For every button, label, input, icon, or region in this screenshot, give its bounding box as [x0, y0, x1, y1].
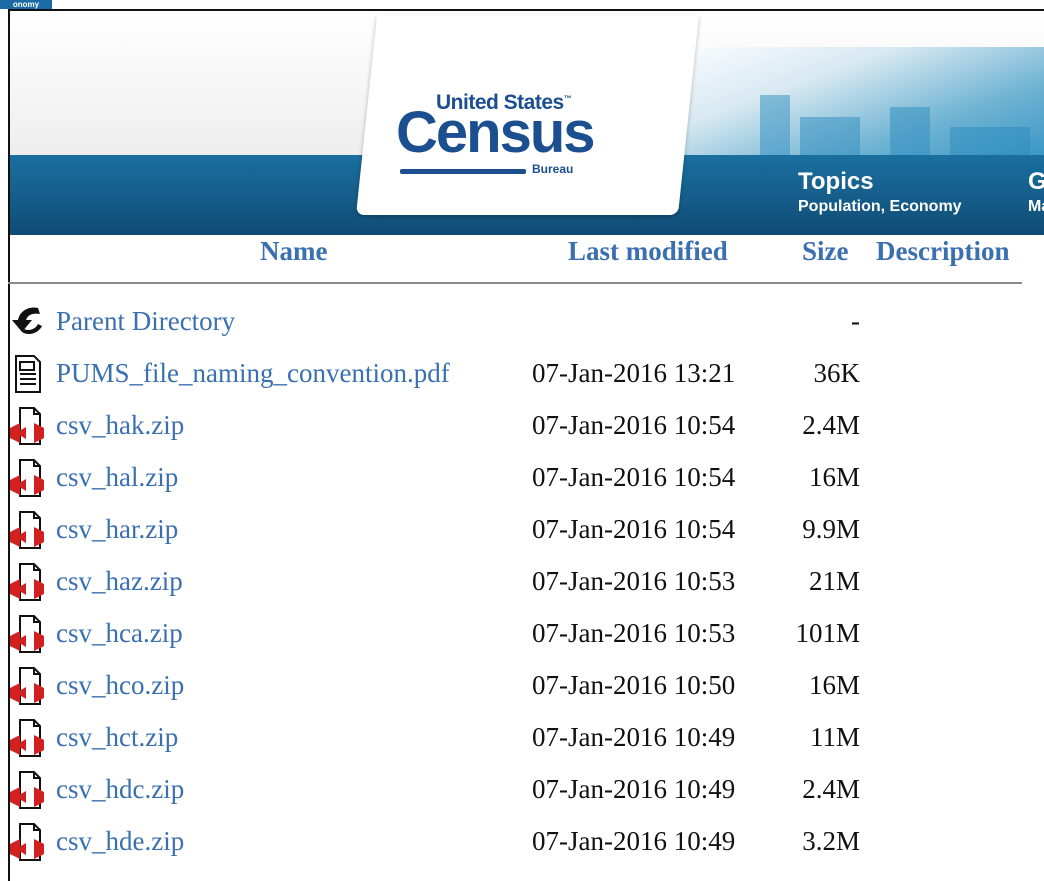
site-banner: United States™ Census Bureau Topics Popu…	[10, 11, 1044, 235]
size-cell: 16M	[808, 462, 860, 492]
table-row: csv_hak.zip 07-Jan-2016 10:54 2.4M	[0, 404, 1040, 456]
file-link[interactable]: csv_hco.zip	[56, 670, 184, 701]
nav-geography-subtitle: Ma	[1028, 198, 1044, 215]
file-link[interactable]: PUMS_file_naming_convention.pdf	[56, 358, 450, 389]
table-row: csv_hco.zip 07-Jan-2016 10:50 16M	[0, 664, 1040, 716]
nav-topics-subtitle: Population, Economy	[798, 198, 962, 215]
logo-underline	[400, 169, 526, 174]
table-row: PUMS_file_naming_convention.pdf 07-Jan-20…	[0, 352, 1040, 404]
file-link[interactable]: csv_hak.zip	[56, 410, 184, 441]
header-last-modified[interactable]: Last modified	[568, 236, 728, 267]
size-cell: 36K	[813, 358, 861, 388]
file-link[interactable]: csv_hal.zip	[56, 462, 178, 493]
nav-topics[interactable]: Topics Population, Economy	[798, 168, 962, 218]
parent-directory-link[interactable]: Parent Directory	[56, 306, 235, 337]
table-row: csv_hal.zip 07-Jan-2016 10:54 16M	[0, 456, 1040, 508]
file-link[interactable]: csv_haz.zip	[56, 566, 183, 597]
file-link[interactable]: csv_hdc.zip	[56, 774, 184, 805]
last-modified-cell: 07-Jan-2016 10:54	[532, 410, 736, 440]
table-row: csv_hca.zip 07-Jan-2016 10:53 101M	[0, 612, 1040, 664]
last-modified-cell: 07-Jan-2016 10:50	[532, 670, 736, 700]
header-description[interactable]: Description	[876, 236, 1009, 267]
last-modified-cell: 07-Jan-2016 10:53	[532, 566, 736, 596]
size-cell: -	[851, 306, 860, 336]
compressed-file-icon[interactable]	[8, 458, 46, 498]
table-row: csv_har.zip 07-Jan-2016 10:54 9.9M	[0, 508, 1040, 560]
text-document-icon[interactable]	[8, 354, 46, 394]
parent-directory-row: Parent Directory -	[0, 300, 1040, 352]
last-modified-cell: 07-Jan-2016 10:49	[532, 774, 736, 804]
size-cell: 3.2M	[802, 826, 860, 856]
header-size[interactable]: Size	[802, 236, 849, 267]
last-modified-cell: 07-Jan-2016 10:49	[532, 722, 736, 752]
last-modified-cell: 07-Jan-2016 10:54	[532, 462, 736, 492]
nav-geography-title: G	[1028, 168, 1044, 196]
corner-tab: onomy	[0, 0, 52, 9]
table-row: csv_hde.zip 07-Jan-2016 10:49 3.2M	[0, 820, 1040, 872]
size-cell: 9.9M	[802, 514, 860, 544]
nav-topics-title: Topics	[798, 168, 874, 195]
size-cell: 101M	[795, 618, 860, 648]
last-modified-cell: 07-Jan-2016 13:21	[532, 358, 736, 388]
last-modified-cell: 07-Jan-2016 10:54	[532, 514, 736, 544]
table-row: csv_hct.zip 07-Jan-2016 10:49 11M	[0, 716, 1040, 768]
compressed-file-icon[interactable]	[8, 562, 46, 602]
size-cell: 16M	[808, 670, 860, 700]
file-link[interactable]: csv_hde.zip	[56, 826, 184, 857]
census-logo[interactable]: United States™ Census Bureau	[394, 91, 614, 191]
header-name[interactable]: Name	[260, 236, 327, 267]
back-arrow-icon[interactable]	[8, 302, 46, 342]
logo-bureau: Bureau	[532, 162, 574, 176]
size-cell: 21M	[808, 566, 860, 596]
last-modified-cell: 07-Jan-2016 10:49	[532, 826, 736, 856]
banner-graphic	[650, 47, 1044, 159]
size-cell: 2.4M	[802, 410, 860, 440]
header-divider	[8, 282, 1022, 284]
nav-geography[interactable]: G Ma	[1028, 168, 1044, 218]
last-modified-cell: 07-Jan-2016 10:53	[532, 618, 736, 648]
compressed-file-icon[interactable]	[8, 822, 46, 862]
compressed-file-icon[interactable]	[8, 614, 46, 654]
size-cell: 11M	[809, 722, 860, 752]
table-row: csv_hdc.zip 07-Jan-2016 10:49 2.4M	[0, 768, 1040, 820]
table-row: csv_haz.zip 07-Jan-2016 10:53 21M	[0, 560, 1040, 612]
file-link[interactable]: csv_hct.zip	[56, 722, 178, 753]
compressed-file-icon[interactable]	[8, 666, 46, 706]
compressed-file-icon[interactable]	[8, 718, 46, 758]
logo-census: Census	[396, 100, 596, 165]
compressed-file-icon[interactable]	[8, 406, 46, 446]
compressed-file-icon[interactable]	[8, 770, 46, 810]
size-cell: 2.4M	[802, 774, 860, 804]
compressed-file-icon[interactable]	[8, 510, 46, 550]
file-link[interactable]: csv_hca.zip	[56, 618, 183, 649]
file-link[interactable]: csv_har.zip	[56, 514, 178, 545]
